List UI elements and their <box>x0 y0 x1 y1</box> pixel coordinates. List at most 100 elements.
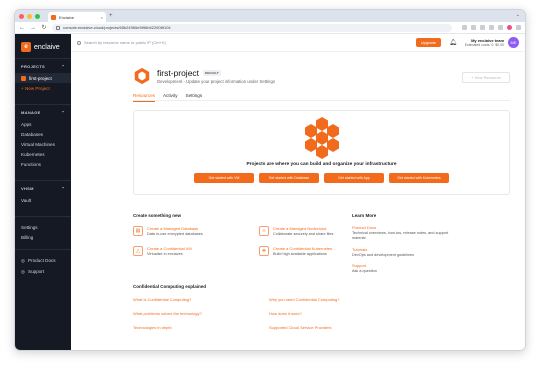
database-icon: ▤ <box>133 226 143 236</box>
sidebar-item-functions[interactable]: Functions <box>21 159 65 169</box>
maximize-window-button[interactable] <box>35 13 40 19</box>
get-started-vm-button[interactable]: Get started with VM <box>194 173 254 183</box>
address-bar[interactable]: console.enclaive.cloud/projects/65b24965… <box>52 23 452 32</box>
brand-name: enclaive <box>34 43 60 51</box>
tab-search-chevron-icon[interactable]: ⌄ <box>516 12 520 18</box>
window-controls <box>19 13 40 19</box>
browser-profile-avatar[interactable] <box>507 25 512 30</box>
projects-header[interactable]: PROJECTS ⌃ <box>21 64 65 69</box>
tab-divider <box>133 100 510 101</box>
create-vm-item[interactable]: △ Create a Confidential VM Virtualize in… <box>133 246 192 256</box>
tutorials-desc: DevOps and development guidelines <box>352 253 415 257</box>
get-started-kubernetes-button[interactable]: Get started with Kubernetes <box>389 173 449 183</box>
sidebar-item-support[interactable]: ◎ Support <box>21 266 65 277</box>
new-resource-button[interactable]: + New Resource <box>462 72 510 83</box>
create-database-link[interactable]: Create a Managed Database <box>147 226 203 231</box>
get-started-app-button[interactable]: Get started with App <box>324 173 384 183</box>
create-kubernetes-link[interactable]: Create a Confidential Kubernetes <box>273 246 332 251</box>
search-icon <box>77 40 81 45</box>
address-bar-row: ← → ↻ console.enclaive.cloud/projects/65… <box>15 22 525 34</box>
create-kubernetes-desc: Build high available applications <box>273 252 327 256</box>
browser-menu-icon[interactable] <box>516 25 521 30</box>
estimated-costs: Estimated costs: 0. $0.00 <box>464 43 504 47</box>
sidebar-item-product-docs[interactable]: ◎ Product Docs <box>21 255 65 266</box>
cast-icon[interactable] <box>462 25 467 30</box>
minimize-window-button[interactable] <box>27 13 32 19</box>
code-icon: ‹› <box>259 226 269 236</box>
sidebar-item-apps[interactable]: Apps <box>21 119 65 129</box>
support-icon: ◎ <box>21 268 26 274</box>
product-docs-desc: Technical overviews, how-tos, release no… <box>352 231 449 240</box>
new-tab-button[interactable]: + <box>109 13 113 19</box>
create-kubernetes-item[interactable]: ⎈ Create a Confidential Kubernetes Build… <box>259 246 332 256</box>
forward-button[interactable]: → <box>30 25 36 31</box>
sidebar-item-settings[interactable]: Settings <box>21 222 65 232</box>
tutorials-link[interactable]: Tutorials <box>352 247 462 252</box>
help-section: ◎ Product Docs ◎ Support <box>15 249 71 280</box>
learn-more-title: Learn More <box>352 213 377 218</box>
cc-link-why-need[interactable]: Why you need Confidential Computing? <box>269 297 340 302</box>
create-section-title: Create something new <box>133 213 182 218</box>
project-subtitle: Development - Update your project inform… <box>157 79 275 84</box>
create-nodecloud-desc: Collaborate securely and share files <box>273 232 334 236</box>
extensions-puzzle-icon[interactable] <box>489 25 494 30</box>
get-started-database-button[interactable]: Get started with Database <box>259 173 319 183</box>
support-desc: Ask a question <box>352 269 377 273</box>
reload-button[interactable]: ↻ <box>41 24 47 31</box>
create-vm-link[interactable]: Create a Confidential VM <box>147 246 192 251</box>
search-input[interactable]: Search by resource name or public IP (Ct… <box>84 40 166 45</box>
cc-link-what-is[interactable]: What is Confidential Computing? <box>133 297 191 302</box>
sidebar-item-billing[interactable]: Billing <box>21 232 65 242</box>
cc-link-problems[interactable]: What problems solves the technology? <box>133 311 202 316</box>
project-title-row: first-project DEFAULT <box>157 68 275 78</box>
close-window-button[interactable] <box>19 13 24 19</box>
create-database-item[interactable]: ▤ Create a Managed Database Data in-use … <box>133 226 203 236</box>
manage-header[interactable]: MANAGE ⌃ <box>21 110 65 115</box>
cc-link-how-works[interactable]: How does it work? <box>269 311 302 316</box>
enclaive-logo-icon: e <box>21 42 31 52</box>
url-text: console.enclaive.cloud/projects/65b24965… <box>63 25 171 30</box>
team-switcher[interactable]: My enclaive team Estimated costs: 0. $0.… <box>465 38 504 47</box>
vhsm-header[interactable]: VHSM ⌃ <box>21 186 65 191</box>
cc-link-providers[interactable]: Supported Cloud Service Providers <box>269 325 331 330</box>
account-section: Settings Billing <box>15 216 71 245</box>
status-badge: DEFAULT <box>203 70 221 76</box>
upgrade-button[interactable]: Upgrade <box>415 38 442 47</box>
support-link[interactable]: Support <box>352 263 462 268</box>
app-root: e enclaive PROJECTS ⌃ first-project + New… <box>15 34 525 350</box>
learn-item-tutorials: Tutorials DevOps and development guideli… <box>352 247 462 258</box>
bookmark-star-icon[interactable] <box>471 25 476 30</box>
avatar[interactable]: ME <box>508 37 519 48</box>
confidential-section-title: Confidential Computing explained <box>133 284 206 289</box>
bell-icon[interactable]: 🔔︎ <box>449 39 457 46</box>
back-button[interactable]: ← <box>19 25 25 31</box>
create-nodecloud-link[interactable]: Create a Managed Nodecloud <box>273 226 333 231</box>
lock-icon <box>56 25 60 30</box>
sidepanel-icon[interactable] <box>498 25 503 30</box>
docs-icon: ◎ <box>21 257 26 263</box>
search-bar[interactable]: Search by resource name or public IP (Ct… <box>77 40 412 45</box>
sidebar-item-vault[interactable]: Vault <box>21 195 65 205</box>
sidebar-item-databases[interactable]: Databases <box>21 129 65 139</box>
hexagon-cluster-icon <box>304 117 339 159</box>
extension-icon[interactable] <box>480 25 485 30</box>
browser-window: Enclaive × + ⌄ ← → ↻ console.enclaive.cl… <box>14 9 526 351</box>
sidebar-item-new-project[interactable]: + New Project <box>21 83 65 93</box>
create-nodecloud-item[interactable]: ‹› Create a Managed Nodecloud Collaborat… <box>259 226 333 236</box>
sidebar-item-kubernetes[interactable]: Kubernetes <box>21 149 65 159</box>
project-icon <box>21 75 26 81</box>
browser-tab[interactable]: Enclaive × <box>48 12 106 22</box>
sidebar-item-virtual-machines[interactable]: Virtual Machines <box>21 139 65 149</box>
learn-item-support: Support Ask a question <box>352 263 462 274</box>
enclaive-favicon-icon <box>51 14 56 20</box>
sidebar-item-first-project[interactable]: first-project <box>15 73 71 83</box>
tab-close-icon[interactable]: × <box>101 15 103 20</box>
main-content: Search by resource name or public IP (Ct… <box>71 34 525 350</box>
enclaive-logo[interactable]: e enclaive <box>15 34 71 58</box>
manage-section: MANAGE ⌃ Apps Databases Virtual Machines … <box>15 104 71 172</box>
kubernetes-icon: ⎈ <box>259 246 269 256</box>
product-docs-link[interactable]: Product Docs <box>352 225 462 230</box>
cc-link-technologies[interactable]: Technologies in depth <box>133 325 172 330</box>
sidebar: e enclaive PROJECTS ⌃ first-project + New… <box>15 34 71 350</box>
create-vm-desc: Virtualize in enclaves <box>147 252 183 256</box>
